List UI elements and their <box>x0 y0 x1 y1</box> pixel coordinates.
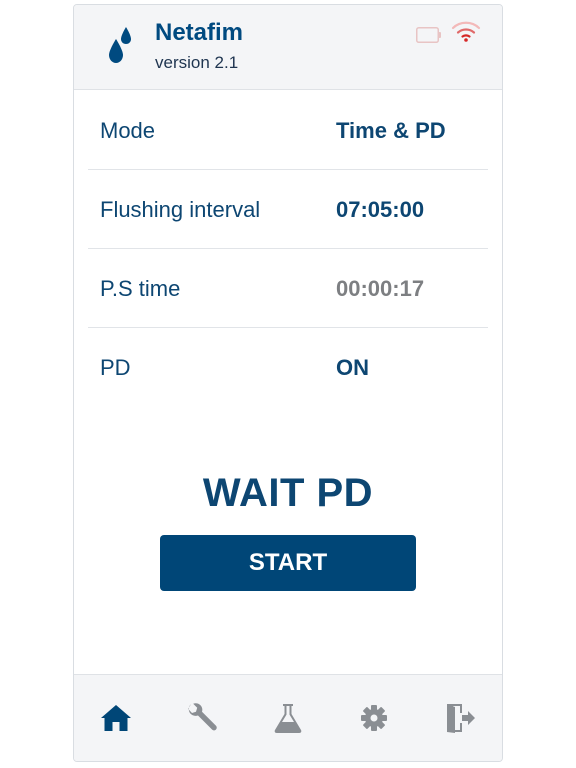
nav-settings[interactable] <box>357 701 391 735</box>
bottom-nav <box>74 674 502 761</box>
app-version: version 2.1 <box>155 53 239 72</box>
start-button[interactable]: START <box>160 535 416 591</box>
setting-value: 07:05:00 <box>336 197 425 222</box>
exit-icon <box>447 704 475 733</box>
setting-row-flushing-interval: Flushing interval 07:05:00 <box>88 170 488 249</box>
setting-value: ON <box>336 355 369 380</box>
setting-value: 00:00:17 <box>336 276 425 301</box>
home-icon <box>101 705 131 731</box>
setting-row-pd: PD ON <box>88 328 488 407</box>
gear-icon <box>361 705 387 731</box>
status-text: WAIT PD <box>202 471 374 515</box>
app-header: Netafim version 2.1 <box>74 5 502 90</box>
setting-row-ps-time: P.S time 00:00:17 <box>88 249 488 328</box>
setting-label: PD <box>100 355 131 380</box>
app-name: Netafim <box>155 19 244 46</box>
wifi-icon <box>451 21 481 42</box>
battery-icon <box>416 27 441 43</box>
flask-icon <box>274 704 302 733</box>
nav-tools[interactable] <box>185 701 219 735</box>
setting-row-mode: Mode Time & PD <box>88 91 488 170</box>
wrench-icon <box>188 703 217 731</box>
nav-home[interactable] <box>99 701 133 735</box>
device-frame: Netafim version 2.1 Mode Time & PD Flush… <box>73 4 503 762</box>
nav-exit[interactable] <box>443 701 477 735</box>
water-drops-icon <box>109 27 131 63</box>
nav-test[interactable] <box>271 701 305 735</box>
settings-list: Mode Time & PD Flushing interval 07:05:0… <box>88 91 488 407</box>
setting-label: Mode <box>100 118 156 143</box>
setting-label: P.S time <box>100 276 181 301</box>
setting-value: Time & PD <box>336 118 446 143</box>
setting-label: Flushing interval <box>100 197 261 222</box>
